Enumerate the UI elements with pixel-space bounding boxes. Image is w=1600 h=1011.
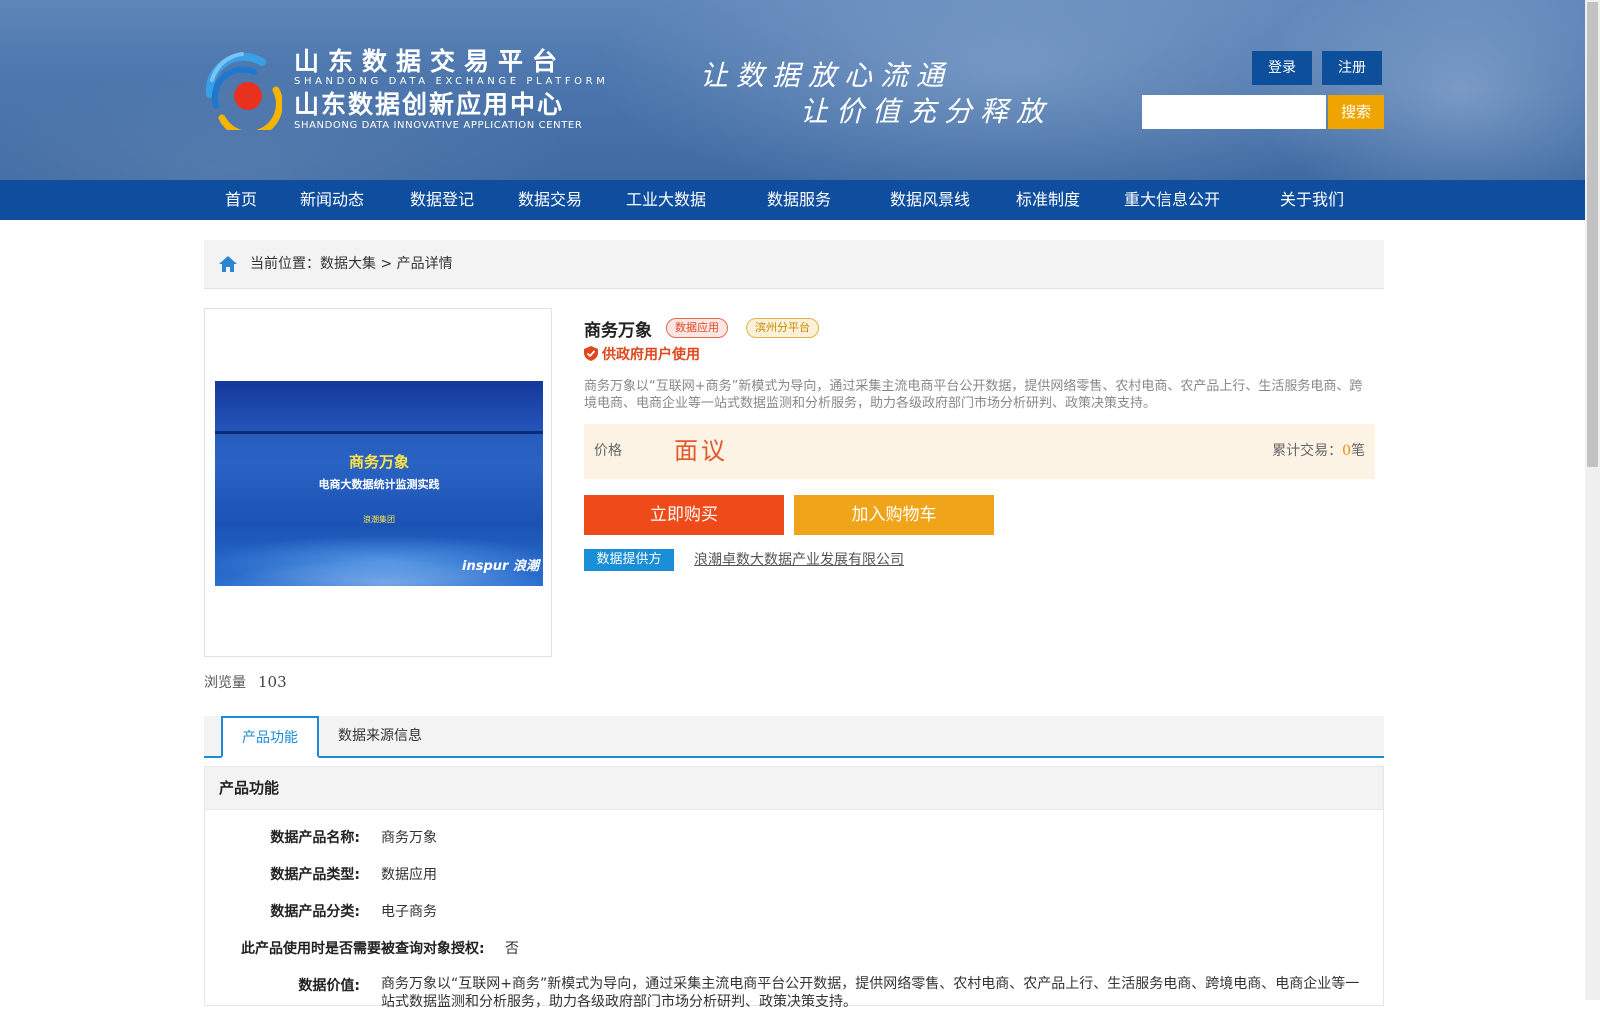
nav-item-trading[interactable]: 数据交易 [518, 180, 582, 220]
info-row-key: 数据产品分类: [270, 904, 360, 920]
info-row-value: 电子商务 [381, 904, 437, 920]
logo-center-cn: 山东数据创新应用中心 [294, 90, 565, 119]
info-row-key: 数据产品名称: [270, 830, 360, 846]
slogan-line-1: 让数据放心流通 [700, 59, 953, 92]
buy-now-button[interactable]: 立即购买 [584, 495, 784, 535]
logo-center-en: SHANDONG DATA INNOVATIVE APPLICATION CEN… [294, 120, 583, 131]
tab-data-source[interactable]: 数据来源信息 [338, 716, 422, 756]
product-cover-image: 商务万象 电商大数据统计监测实践 浪潮集团 inspur 浪潮 [215, 381, 543, 586]
breadcrumb-path[interactable]: 数据大集 > 产品详情 [320, 256, 453, 272]
nav-item-standards[interactable]: 标准制度 [1016, 180, 1080, 220]
breadcrumb-prefix: 当前位置： [250, 256, 320, 272]
shield-check-icon [584, 346, 598, 361]
banner-light-streak [1250, 0, 1585, 180]
detail-tabs: 产品功能 数据来源信息 [204, 716, 1384, 758]
logo-title-en: SHANDONG DATA EXCHANGE PLATFORM [294, 76, 609, 87]
deal-count-unit: 笔 [1351, 443, 1365, 459]
cover-top-band [215, 381, 543, 433]
gov-use-text: 供政府用户使用 [602, 347, 700, 363]
product-description: 商务万象以“互联网+商务”新模式为导向，通过采集主流电商平台公开数据，提供网络零… [584, 379, 1363, 411]
info-row-key: 此产品使用时是否需要被查询对象授权: [241, 941, 485, 957]
nav-item-about[interactable]: 关于我们 [1280, 180, 1344, 220]
tag-data-application: 数据应用 [666, 318, 728, 338]
deal-count-label: 累计交易： [1272, 443, 1343, 459]
product-title: 商务万象 [584, 321, 652, 341]
product-function-panel: 产品功能 数据产品名称: 商务万象 数据产品类型: 数据应用 数据产品分类: 电… [204, 766, 1384, 1010]
panel-header: 产品功能 [205, 767, 1383, 810]
price-label: 价格 [594, 443, 622, 459]
view-count-value: 103 [258, 673, 287, 691]
tab-product-function[interactable]: 产品功能 [221, 716, 319, 758]
logo-title-cn: 山东数据交易平台 [294, 47, 567, 76]
info-row-value: 否 [505, 941, 519, 957]
info-row-value: 数据应用 [381, 867, 437, 883]
info-row-key: 数据产品类型: [270, 867, 360, 883]
provider-link[interactable]: 浪潮卓数大数据产业发展有限公司 [694, 549, 904, 571]
deal-count-value: 0 [1342, 443, 1351, 459]
gov-use-notice: 供政府用户使用 [584, 344, 700, 364]
search-button[interactable]: 搜索 [1328, 95, 1384, 129]
product-image-frame: 商务万象 电商大数据统计监测实践 浪潮集团 inspur 浪潮 [204, 308, 552, 657]
page-scrollbar[interactable] [1585, 0, 1600, 1000]
breadcrumb: 当前位置：数据大集 > 产品详情 [204, 240, 1384, 289]
slogan-line-2: 让价值充分释放 [800, 95, 1053, 128]
price-box: 价格 面议 累计交易：0笔 [584, 424, 1375, 479]
view-count-label: 浏览量 [204, 675, 246, 691]
panel-header-title: 产品功能 [219, 779, 280, 797]
login-button[interactable]: 登录 [1252, 51, 1312, 85]
nav-item-data-scenery[interactable]: 数据风景线 [890, 180, 970, 220]
header-banner: 山东数据交易平台 SHANDONG DATA EXCHANGE PLATFORM… [0, 0, 1585, 180]
platform-logo-text: 山东数据交易平台 SHANDONG DATA EXCHANGE PLATFORM… [294, 48, 608, 132]
deal-count: 累计交易：0笔 [1272, 424, 1365, 479]
cover-title: 商务万象 [348, 453, 409, 471]
cover-subtitle: 电商大数据统计监测实践 [318, 478, 440, 491]
platform-logo-icon[interactable] [202, 50, 282, 130]
nav-item-registration[interactable]: 数据登记 [410, 180, 474, 220]
add-to-cart-button[interactable]: 加入购物车 [794, 495, 994, 535]
main-nav: 首页 新闻动态 数据登记 数据交易 工业大数据 数据服务 数据风景线 标准制度 … [0, 180, 1585, 220]
cover-band-line [215, 431, 543, 434]
cover-org: 浪潮集团 [363, 515, 395, 524]
nav-item-news[interactable]: 新闻动态 [300, 180, 364, 220]
info-row-value: 商务万象以“互联网+商务”新模式为导向，通过采集主流电商平台公开数据，提供网络零… [381, 976, 1360, 1010]
nav-item-industrial-data[interactable]: 工业大数据 [626, 180, 706, 220]
nav-item-data-services[interactable]: 数据服务 [767, 180, 831, 220]
info-row-key: 数据价值: [298, 978, 360, 994]
nav-item-home[interactable]: 首页 [225, 180, 257, 220]
home-icon[interactable] [218, 254, 238, 274]
view-count: 浏览量 103 [204, 672, 287, 692]
breadcrumb-text: 当前位置：数据大集 > 产品详情 [250, 240, 453, 288]
search-input[interactable] [1142, 95, 1326, 129]
provider-badge: 数据提供方 [584, 549, 674, 571]
info-row-value: 商务万象 [381, 830, 437, 846]
register-button[interactable]: 注册 [1322, 51, 1382, 85]
cover-brand-logo: inspur 浪潮 [462, 559, 539, 574]
price-value: 面议 [674, 437, 728, 465]
nav-item-disclosure[interactable]: 重大信息公开 [1124, 180, 1220, 220]
scrollbar-thumb[interactable] [1587, 2, 1598, 467]
tag-sub-platform: 滨州分平台 [746, 318, 819, 338]
